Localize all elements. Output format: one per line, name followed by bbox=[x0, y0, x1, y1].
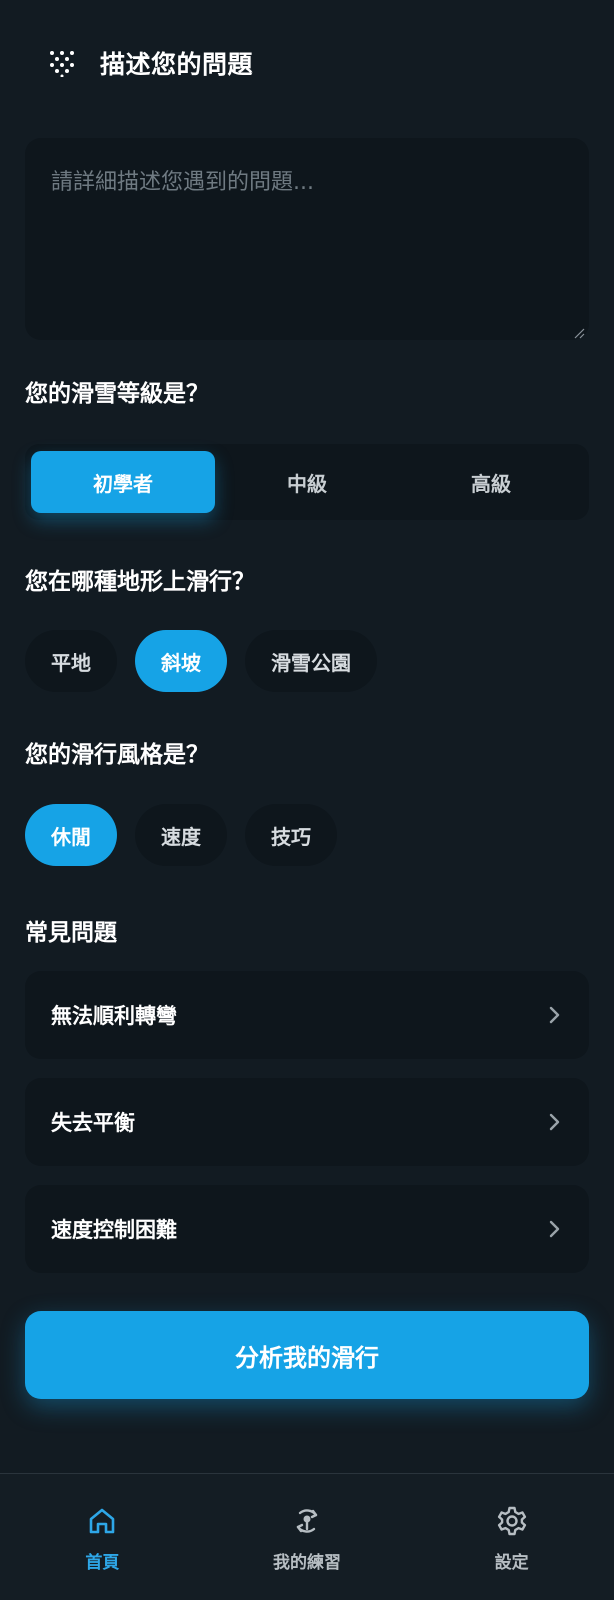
level-segmented-control: 初學者 中級 高級 bbox=[25, 444, 589, 520]
faq-item-label: 無法順利轉彎 bbox=[51, 1004, 177, 1028]
problem-description-input[interactable]: 請詳細描述您遇到的問題... bbox=[25, 138, 589, 340]
nav-label: 首頁 bbox=[85, 1553, 120, 1573]
style-option-casual[interactable]: 休閒 bbox=[25, 804, 117, 866]
nav-item-home[interactable]: 首頁 bbox=[0, 1474, 205, 1600]
home-icon bbox=[86, 1504, 118, 1538]
analyze-button[interactable]: 分析我的滑行 bbox=[25, 1311, 589, 1399]
chevron-right-icon bbox=[547, 1112, 563, 1132]
nav-label: 我的練習 bbox=[273, 1553, 341, 1573]
nav-item-settings[interactable]: 設定 bbox=[409, 1474, 614, 1600]
terrain-question: 您在哪種地形上滑行？ bbox=[25, 569, 255, 595]
nav-label: 設定 bbox=[494, 1553, 529, 1573]
terrain-option-park[interactable]: 滑雪公園 bbox=[245, 630, 377, 692]
practice-icon bbox=[291, 1504, 323, 1538]
nav-item-practice[interactable]: 我的練習 bbox=[205, 1474, 410, 1600]
level-question: 您的滑雪等級是？ bbox=[25, 381, 209, 407]
level-option-beginner[interactable]: 初學者 bbox=[31, 451, 215, 513]
page-title: 描述您的問題 bbox=[100, 50, 254, 79]
faq-item[interactable]: 無法順利轉彎 bbox=[25, 971, 589, 1059]
header: 描述您的問題 bbox=[0, 0, 614, 126]
faq-item-label: 失去平衡 bbox=[51, 1111, 135, 1135]
level-option-intermediate[interactable]: 中級 bbox=[215, 451, 399, 513]
faq-item[interactable]: 速度控制困難 bbox=[25, 1185, 589, 1273]
gear-icon bbox=[496, 1504, 528, 1538]
terrain-option-slope[interactable]: 斜坡 bbox=[135, 630, 227, 692]
dots-grid-icon bbox=[48, 49, 76, 77]
style-option-speed[interactable]: 速度 bbox=[135, 804, 227, 866]
resize-handle-icon[interactable] bbox=[573, 324, 585, 339]
style-question: 您的滑行風格是？ bbox=[25, 742, 209, 768]
terrain-options: 平地 斜坡 滑雪公園 bbox=[25, 630, 377, 692]
style-options: 休閒 速度 技巧 bbox=[25, 804, 337, 866]
faq-title: 常見問題 bbox=[25, 920, 117, 946]
faq-item-label: 速度控制困難 bbox=[51, 1218, 177, 1242]
chevron-right-icon bbox=[547, 1219, 563, 1239]
level-option-advanced[interactable]: 高級 bbox=[399, 451, 583, 513]
bottom-nav: 首頁 我的練習 設定 bbox=[0, 1473, 614, 1600]
terrain-option-flat[interactable]: 平地 bbox=[25, 630, 117, 692]
page: 描述您的問題 請詳細描述您遇到的問題... 您的滑雪等級是？ 初學者 中級 高級… bbox=[0, 0, 614, 1600]
chevron-right-icon bbox=[547, 1005, 563, 1025]
style-option-tricks[interactable]: 技巧 bbox=[245, 804, 337, 866]
faq-item[interactable]: 失去平衡 bbox=[25, 1078, 589, 1166]
problem-placeholder: 請詳細描述您遇到的問題... bbox=[51, 170, 314, 195]
